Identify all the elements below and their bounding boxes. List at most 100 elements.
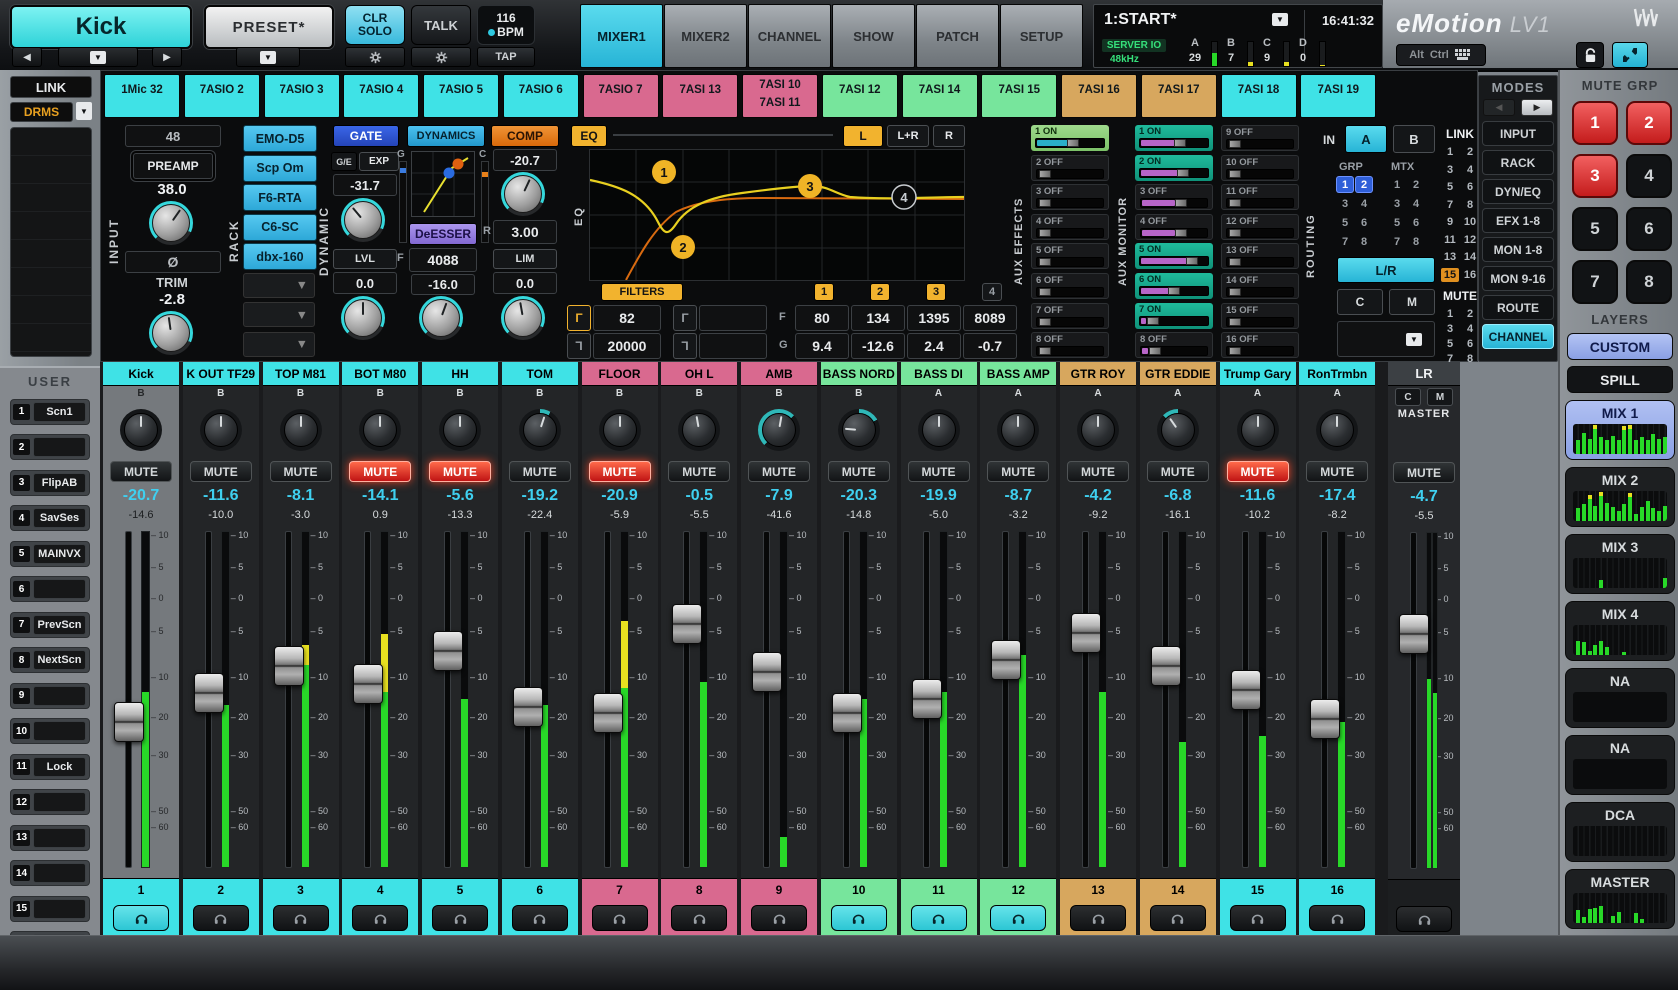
rack-slot-plugin[interactable]: C6-SC [243, 214, 317, 241]
link-mute-num-2[interactable]: 2 [1461, 307, 1479, 321]
link-num-7[interactable]: 7 [1441, 198, 1459, 212]
layer-master-button[interactable]: MASTER [1565, 869, 1675, 929]
fader-handle[interactable] [513, 687, 543, 727]
patch-cell[interactable]: 7ASI 19 [1300, 74, 1376, 118]
link-num-11[interactable]: 11 [1441, 233, 1459, 247]
cue-headphone-button[interactable] [592, 905, 648, 931]
bpm-display[interactable]: 116 BPM [477, 5, 535, 45]
phase-button[interactable]: Ø [125, 251, 221, 273]
channel-name[interactable]: K OUT TF29 [183, 362, 259, 386]
talkback-settings-gear-button[interactable] [411, 47, 471, 67]
layer-na-button[interactable]: NA [1565, 668, 1675, 728]
user-key-13[interactable]: 13 [10, 825, 90, 851]
channel-name[interactable]: OH L [661, 362, 737, 386]
routing-grp-6[interactable]: 6 [1356, 215, 1372, 230]
patch-cell[interactable]: 7ASI 12 [822, 74, 898, 118]
exp-mode-button[interactable]: EXP [359, 152, 399, 171]
preset-dropdown-button[interactable]: ▼ [236, 47, 300, 67]
master-strip-name[interactable]: LR [1388, 362, 1460, 386]
mode-route[interactable]: ROUTE [1482, 295, 1554, 320]
rack-slot-plugin[interactable]: EMO-D5 [243, 125, 317, 152]
filter2-lpf-icon[interactable]: Γ [673, 333, 697, 359]
link-num-13[interactable]: 13 [1441, 250, 1459, 264]
eq-band-4-button[interactable]: 4 [982, 283, 1002, 301]
pan-knob[interactable] [280, 409, 322, 451]
user-key-3[interactable]: 3FlipAB [10, 470, 90, 496]
rack-slot-plugin[interactable]: F6-RTA [243, 184, 317, 211]
fader-handle[interactable] [672, 604, 702, 644]
user-key-12[interactable]: 12 [10, 789, 90, 815]
layer-mix-1-button[interactable]: MIX 1 [1565, 400, 1675, 460]
pan-knob[interactable] [1157, 409, 1199, 451]
mute-button[interactable]: MUTE [668, 461, 730, 482]
channel-name[interactable]: GTR EDDIE [1140, 362, 1216, 386]
aux-send-9[interactable]: 9 OFF [1221, 125, 1299, 151]
mode-dyn-eq[interactable]: DYN/EQ [1482, 179, 1554, 204]
pan-knob[interactable] [1077, 409, 1119, 451]
aux-send-3[interactable]: 3 OFF [1135, 184, 1213, 210]
lpf-icon[interactable]: Γ [567, 333, 591, 359]
comp-makeup-knob[interactable] [501, 296, 545, 340]
layer-spill-button[interactable]: SPILL [1567, 366, 1673, 393]
cue-headphone-button[interactable] [1150, 905, 1206, 931]
mode-rack[interactable]: RACK [1482, 150, 1554, 175]
modes-next-button[interactable]: ▶ [1521, 99, 1553, 116]
layer-custom-button[interactable]: CUSTOM [1567, 333, 1673, 360]
link-mute-num-3[interactable]: 3 [1441, 322, 1459, 336]
tab-show[interactable]: SHOW [832, 4, 915, 68]
eq-button[interactable]: EQ [571, 125, 607, 147]
cue-headphone-button[interactable] [671, 905, 727, 931]
hpf-icon[interactable]: Γ [567, 305, 591, 331]
channel-next-button[interactable]: ▶ [152, 47, 182, 67]
link-mute-num-4[interactable]: 4 [1461, 322, 1479, 336]
aux-send-14[interactable]: 14 OFF [1221, 273, 1299, 299]
fader-handle[interactable] [593, 693, 623, 733]
channel-name[interactable]: TOM [502, 362, 578, 386]
scene-dropdown-button[interactable]: ▼ [1272, 13, 1288, 26]
dynamics-button[interactable]: DYNAMICS [407, 125, 485, 147]
gate-range-knob[interactable] [341, 296, 385, 340]
user-key-9[interactable]: 9 [10, 683, 90, 709]
channel-name[interactable]: FLOOR [582, 362, 658, 386]
user-key-14[interactable]: 14 [10, 860, 90, 886]
lock-button[interactable] [1576, 42, 1604, 68]
channel-dropdown-button[interactable]: ▼ [58, 47, 138, 67]
link-num-16[interactable]: 16 [1461, 268, 1479, 282]
pan-knob[interactable] [120, 409, 162, 451]
layer-mix-3-button[interactable]: MIX 3 [1565, 534, 1675, 594]
mute-group-4[interactable]: 4 [1626, 154, 1672, 198]
aux-send-4[interactable]: 4 OFF [1135, 214, 1213, 240]
mute-button[interactable]: MUTE [908, 461, 970, 482]
cue-headphone-button[interactable] [831, 905, 887, 931]
patch-cell[interactable]: 7ASI 16 [1061, 74, 1137, 118]
fader-handle[interactable] [991, 640, 1021, 680]
aux-send-8[interactable]: 8 OFF [1031, 332, 1109, 358]
user-key-2[interactable]: 2 [10, 434, 90, 460]
link-num-3[interactable]: 3 [1441, 163, 1459, 177]
routing-grp-5[interactable]: 5 [1337, 215, 1353, 230]
eq-channel-r-button[interactable]: R [933, 125, 965, 147]
channel-name[interactable]: BASS AMP [980, 362, 1056, 386]
eq-band-3-button[interactable]: 3 [926, 283, 946, 301]
eq-band-2-button[interactable]: 2 [870, 283, 890, 301]
mode-mon-1-8[interactable]: MON 1-8 [1482, 237, 1554, 262]
master-c-button[interactable]: C [1395, 388, 1421, 406]
aux-send-1[interactable]: 1 ON [1031, 125, 1109, 151]
channel-name[interactable]: Trump Gary [1220, 362, 1296, 386]
tab-setup[interactable]: SETUP [1000, 4, 1083, 68]
patch-cell[interactable]: 7ASI 15 [981, 74, 1057, 118]
routing-grp-3[interactable]: 3 [1337, 196, 1353, 211]
aux-send-1[interactable]: 1 ON [1135, 125, 1213, 151]
rack-slot-plugin[interactable]: dbx-160 [243, 243, 317, 270]
link-num-8[interactable]: 8 [1461, 198, 1479, 212]
link-group-dropdown-button[interactable]: ▼ [76, 102, 92, 120]
fader-handle[interactable] [1151, 646, 1181, 686]
link-num-1[interactable]: 1 [1441, 145, 1459, 159]
aux-send-7[interactable]: 7 ON [1135, 303, 1213, 329]
mute-group-1[interactable]: 1 [1572, 101, 1618, 145]
patch-cell[interactable]: 7ASI 18 [1221, 74, 1297, 118]
link-num-15[interactable]: 15 [1441, 268, 1459, 282]
channel-name[interactable]: AMB [741, 362, 817, 386]
cue-headphone-button[interactable] [1309, 905, 1365, 931]
layer-dca-button[interactable]: DCA [1565, 802, 1675, 862]
